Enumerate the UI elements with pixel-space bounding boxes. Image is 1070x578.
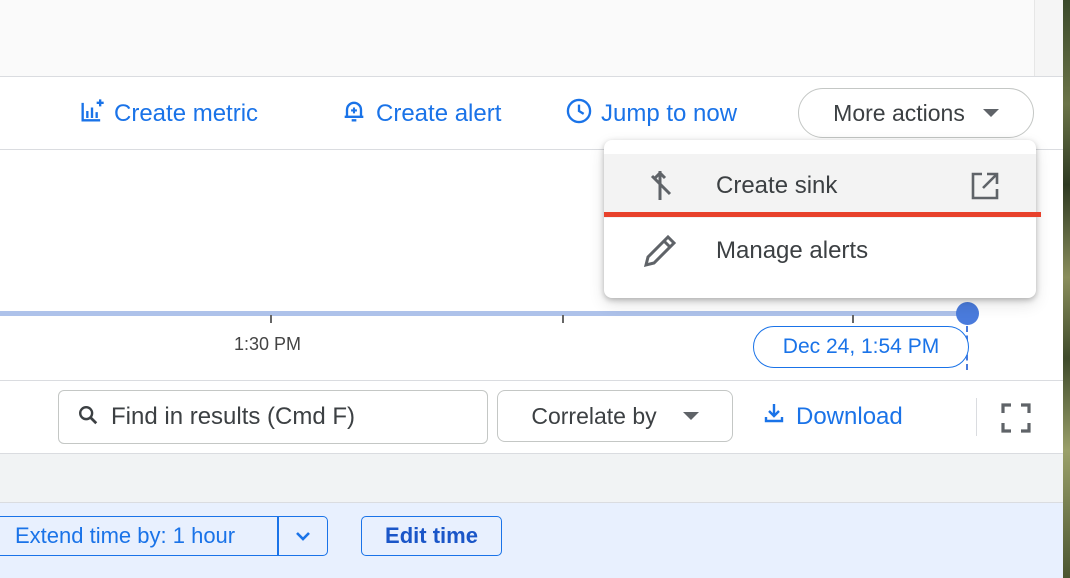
clock-icon	[565, 97, 593, 132]
extend-options-button[interactable]	[279, 526, 328, 546]
add-chart-icon	[78, 97, 106, 132]
more-actions-button[interactable]: More actions	[798, 88, 1034, 138]
timeline-end-handle[interactable]	[956, 302, 979, 325]
jump-to-now-label: Jump to now	[601, 100, 738, 127]
create-alert-button[interactable]: Create alert	[340, 97, 501, 131]
download-label: Download	[796, 402, 903, 430]
create-metric-button[interactable]: Create metric	[78, 97, 258, 131]
search-input[interactable]	[109, 402, 473, 432]
add-alert-icon	[340, 97, 368, 132]
more-actions-menu: Create sink Manage alerts	[604, 140, 1036, 298]
more-actions-label: More actions	[833, 99, 965, 126]
results-header-band	[0, 454, 1063, 503]
correlate-by-label: Correlate by	[531, 402, 657, 429]
create-metric-label: Create metric	[114, 100, 259, 127]
timeline-tick	[852, 315, 854, 323]
timeline-tick	[270, 315, 272, 323]
menu-item-create-sink[interactable]: Create sink	[604, 154, 1036, 218]
caret-down-icon	[682, 412, 699, 420]
search-box[interactable]	[58, 390, 488, 444]
desktop-background-edge	[1063, 0, 1070, 578]
open-in-new-icon	[968, 169, 1002, 203]
chevron-down-icon	[295, 532, 310, 541]
correlate-by-dropdown[interactable]: Correlate by	[497, 390, 733, 442]
menu-item-manage-alerts[interactable]: Manage alerts	[604, 219, 1036, 283]
timeline-track[interactable]	[0, 311, 968, 316]
extend-time-button[interactable]: Extend time by: 1 hour	[0, 523, 277, 549]
extend-time-split-button: Extend time by: 1 hour	[0, 516, 328, 556]
highlight-underline	[604, 212, 1041, 217]
toolbar-divider	[976, 398, 977, 436]
header-blank-area	[0, 0, 1063, 77]
download-button[interactable]: Download	[762, 401, 903, 432]
pencil-icon	[640, 231, 680, 271]
create-alert-label: Create alert	[376, 100, 502, 127]
jump-to-now-button[interactable]: Jump to now	[565, 97, 737, 131]
edit-time-button[interactable]: Edit time	[361, 516, 502, 556]
caret-down-icon	[982, 109, 999, 117]
scrollbar-track[interactable]	[1034, 0, 1064, 76]
search-icon	[59, 404, 99, 431]
download-icon	[762, 401, 786, 432]
menu-item-label: Manage alerts	[716, 237, 869, 264]
end-time-chip[interactable]: Dec 24, 1:54 PM	[753, 326, 969, 368]
timeline-tick-label: 1:30 PM	[234, 334, 302, 354]
timeline-tick	[562, 315, 564, 323]
menu-item-label: Create sink	[716, 172, 838, 199]
merge-icon	[640, 166, 680, 206]
fullscreen-icon[interactable]	[1000, 402, 1032, 434]
